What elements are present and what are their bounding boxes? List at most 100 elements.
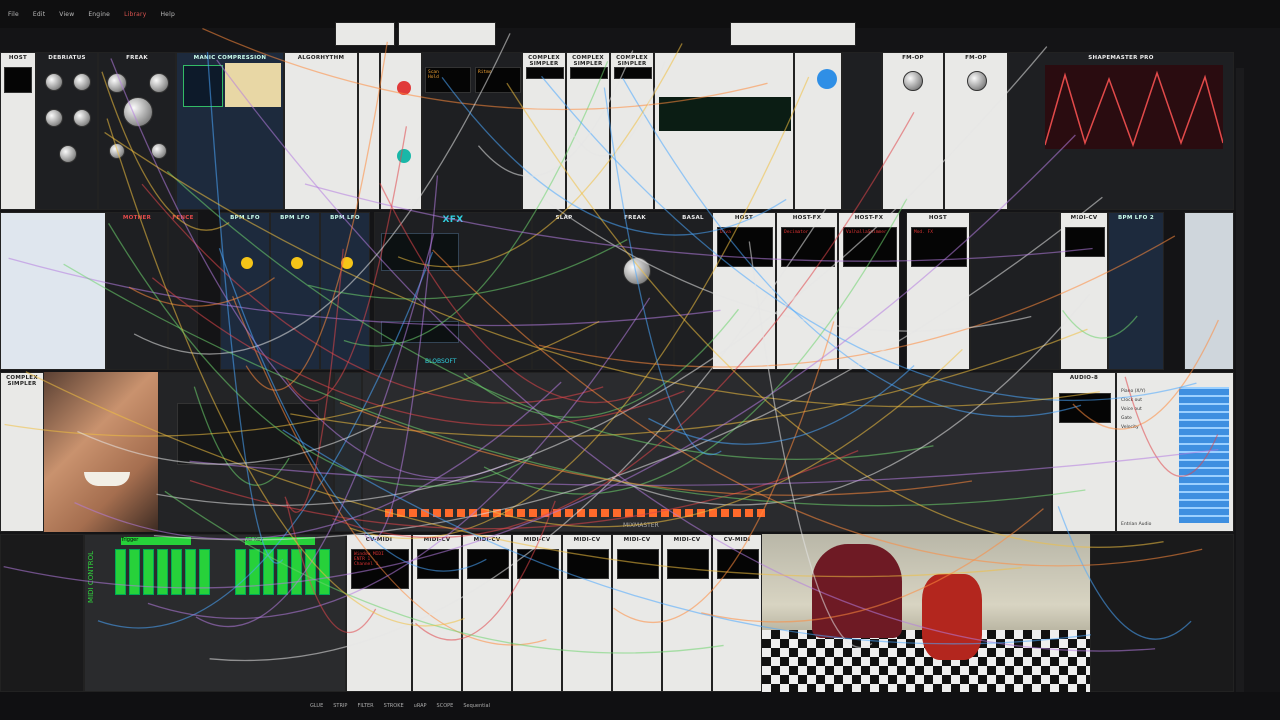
module-outputs[interactable] [334, 372, 362, 532]
lfo-led [241, 257, 253, 269]
module-fence[interactable]: FENCE [168, 212, 198, 370]
bar-item[interactable]: SCOPE [437, 703, 454, 709]
module-complex-simpler[interactable]: COMPLEX SIMPLER [610, 52, 654, 210]
top-strip-module[interactable] [730, 22, 856, 46]
knob[interactable] [903, 71, 923, 91]
module-host-fx[interactable]: HOST-FX Decimator [776, 212, 838, 370]
module-midi-cv[interactable]: MIDI-CV [562, 534, 612, 692]
module-title: MANIC COMPRESSION [193, 55, 267, 61]
cutoff-knob[interactable] [123, 97, 153, 127]
module-complex-simpler[interactable]: COMPLEX SIMPLER [566, 52, 610, 210]
fader[interactable] [115, 549, 126, 595]
knob[interactable] [107, 73, 127, 93]
knob[interactable] [45, 109, 63, 127]
module-host[interactable]: HOST Diva [712, 212, 776, 370]
bar-item[interactable]: uRAP [414, 703, 427, 709]
knob[interactable] [73, 73, 91, 91]
module-bpm-lfo-2[interactable]: BPM LFO 2 [1108, 212, 1164, 370]
module-shapemaster[interactable]: SHAPEMASTER PRO [1008, 52, 1234, 210]
module-bpm-lfo[interactable]: BPM LFO [220, 212, 270, 370]
module-narrow[interactable] [358, 52, 380, 210]
fader[interactable] [263, 549, 274, 595]
fader[interactable] [199, 549, 210, 595]
module-bpm-lfo[interactable]: BPM LFO [270, 212, 320, 370]
piano-keys[interactable] [1179, 387, 1229, 523]
knob[interactable] [73, 109, 91, 127]
module-manic-compression[interactable]: MANIC COMPRESSION [176, 52, 284, 210]
module-complex-simpler[interactable]: COMPLEX SIMPLER [0, 372, 44, 532]
fader[interactable] [305, 549, 316, 595]
module-freak[interactable]: FREAK [98, 52, 176, 210]
cutoff-knob[interactable] [623, 257, 651, 285]
knob[interactable] [59, 145, 77, 163]
module-xfx[interactable]: XFX BLOBSOFT [374, 212, 532, 370]
module-algorhythm[interactable]: ALGORHYTHM [284, 52, 358, 210]
module-aux[interactable] [1184, 212, 1234, 370]
knob[interactable] [967, 71, 987, 91]
module-blue-sequencer[interactable] [0, 212, 106, 370]
module-scope[interactable] [158, 372, 334, 532]
module-complex-simpler[interactable]: COMPLEX SIMPLER [522, 52, 566, 210]
module-keyboard[interactable]: Piano (X/Y) Clock out Voice out Gate Vel… [1116, 372, 1234, 532]
module-midi-cv[interactable]: MIDI-CV [412, 534, 462, 692]
menu-file[interactable]: File [8, 11, 19, 18]
fader[interactable] [291, 549, 302, 595]
menu-engine[interactable]: Engine [88, 11, 110, 18]
knob[interactable] [109, 143, 125, 159]
screen-line: Ritmo [478, 70, 492, 75]
bar-item[interactable]: STRIP [333, 703, 347, 709]
top-strip-module[interactable] [335, 22, 395, 46]
bar-item[interactable]: Sequential [463, 703, 490, 709]
fader[interactable] [157, 549, 168, 595]
module-midi-cv[interactable]: MIDI-CV [662, 534, 712, 692]
figure-running [922, 574, 982, 660]
module-rack[interactable]: HOST DEBRIATUS FREAK MANIC COMPRESSION A… [0, 22, 1280, 720]
module-slew[interactable] [380, 52, 422, 210]
knob[interactable] [149, 73, 169, 93]
module-basal[interactable]: BASAL [674, 212, 712, 370]
top-strip-module[interactable] [398, 22, 496, 46]
module-bpm-lfo[interactable]: BPM LFO [320, 212, 370, 370]
module-host[interactable]: HOST [0, 52, 36, 210]
module-mixmaster[interactable]: MIXMASTER [362, 372, 1052, 532]
module-midi-cv[interactable]: MIDI-CV [512, 534, 562, 692]
module-cv-midi[interactable]: CV-MIDI [712, 534, 762, 692]
bar-item[interactable]: FILTER [357, 703, 373, 709]
knob[interactable] [151, 143, 167, 159]
module-mother[interactable]: MOTHER [106, 212, 168, 370]
module-fm-op[interactable]: FM-OP [882, 52, 944, 210]
fader[interactable] [277, 549, 288, 595]
module-sequencer[interactable]: Scan Hold Ritmo [422, 52, 522, 210]
bar-item[interactable]: STROKE [384, 703, 404, 709]
host-screen: Mod. FX [911, 227, 967, 267]
module-midi-cv[interactable]: MIDI-CV [1060, 212, 1108, 370]
module-matrix[interactable] [654, 52, 794, 210]
menu-help[interactable]: Help [160, 11, 174, 18]
module-midi-cv[interactable]: MIDI-CV [612, 534, 662, 692]
fader[interactable] [185, 549, 196, 595]
fader[interactable] [143, 549, 154, 595]
envelope-display[interactable] [1045, 65, 1223, 149]
module-debriatus[interactable]: DEBRIATUS [36, 52, 98, 210]
module-midi-control[interactable]: MIDI CONTROL Trigger Vel Key [84, 534, 346, 692]
fader[interactable] [319, 549, 330, 595]
menu-library[interactable]: Library [124, 11, 146, 18]
module-audio-8[interactable]: AUDIO-8 [1052, 372, 1116, 532]
module-fm-op[interactable]: FM-OP [944, 52, 1008, 210]
module-host-fx[interactable]: HOST-FX ValhallaShimmer [838, 212, 900, 370]
knob[interactable] [45, 73, 63, 91]
menu-view[interactable]: View [59, 11, 74, 18]
bar-item[interactable]: GLUE [310, 703, 323, 709]
fader[interactable] [235, 549, 246, 595]
menu-edit[interactable]: Edit [33, 11, 45, 18]
module-blue[interactable] [794, 52, 842, 210]
rack-scrollbar[interactable] [1236, 68, 1244, 708]
module-midi-cv[interactable]: MIDI-CV [462, 534, 512, 692]
fader[interactable] [129, 549, 140, 595]
module-cv-midi[interactable]: CV-MIDI Window MIDI ENTR 1 Channel 1 [346, 534, 412, 692]
module-host[interactable]: HOST Mod. FX [906, 212, 970, 370]
fader[interactable] [249, 549, 260, 595]
fader[interactable] [171, 549, 182, 595]
module-slap[interactable]: SLAP [532, 212, 596, 370]
module-freak[interactable]: FREAK [596, 212, 674, 370]
